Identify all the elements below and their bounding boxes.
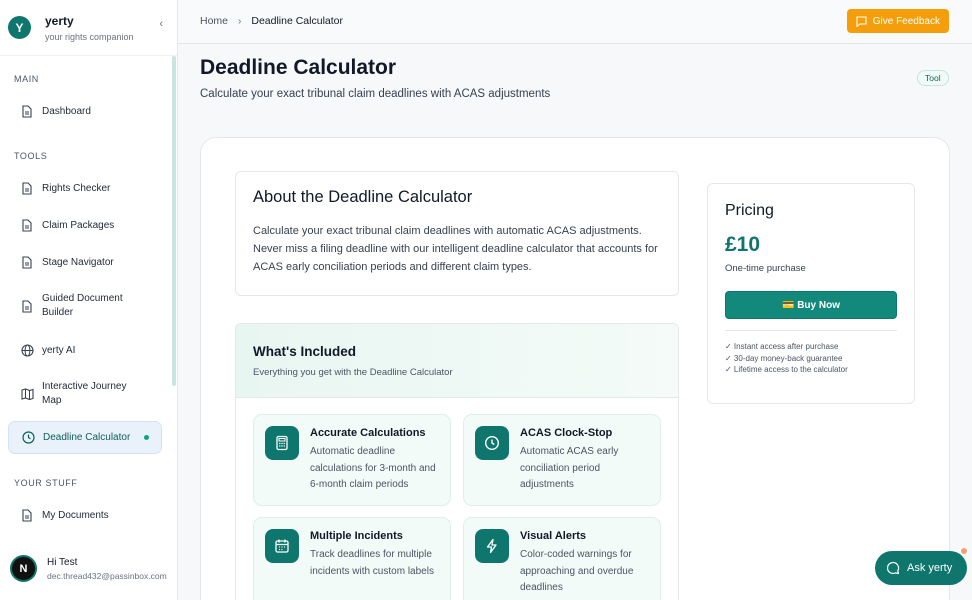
sidebar-item-interactive-journey-map[interactable]: Interactive Journey Map	[8, 378, 162, 410]
price-note: One-time purchase	[725, 263, 806, 274]
sidebar-item-stage-navigator[interactable]: Stage Navigator	[8, 250, 162, 274]
sidebar-item-claim-packages[interactable]: Claim Packages	[8, 213, 162, 237]
sidebar-item-deadline-calculator[interactable]: Deadline Calculator	[8, 421, 162, 454]
whats-included-subtitle: Everything you get with the Deadline Cal…	[253, 367, 453, 378]
feature-title: Visual Alerts	[520, 530, 587, 542]
document-icon	[20, 104, 34, 118]
sidebar-item-label: Rights Checker	[42, 182, 111, 194]
feature-card: Multiple Incidents Track deadlines for m…	[253, 517, 451, 600]
whats-included-title: What's Included	[253, 344, 356, 359]
tool-badge: Tool	[917, 70, 949, 86]
sidebar-item-my-documents[interactable]: My Documents	[8, 503, 162, 527]
pricing-card: Pricing £10 One-time purchase 💳 Buy Now …	[707, 183, 915, 404]
about-body: Calculate your exact tribunal claim dead…	[253, 225, 658, 273]
notification-dot	[960, 547, 968, 555]
calculator-icon	[265, 426, 299, 460]
avatar[interactable]: N	[10, 555, 37, 582]
document-icon	[20, 299, 34, 313]
section-label-your-stuff: YOUR STUFF	[14, 478, 78, 488]
sidebar-item-label: yerty AI	[42, 344, 76, 356]
user-name: Hi Test	[47, 556, 78, 568]
sidebar-item-guided-document-builder[interactable]: Guided Document Builder	[8, 290, 162, 322]
give-feedback-label: Give Feedback	[872, 15, 940, 27]
chevron-left-icon[interactable]: ‹	[159, 18, 163, 30]
sidebar-item-label: Guided Document Builder	[42, 293, 123, 318]
globe-icon	[20, 343, 34, 357]
sidebar-item-label: Dashboard	[42, 105, 91, 117]
page-title: Deadline Calculator	[200, 56, 397, 79]
top-bar: Home › Deadline Calculator Give Feedback	[178, 0, 972, 44]
perk-item: ✓ 30-day money-back guarantee	[725, 353, 843, 363]
sidebar-item-label: Deadline Calculator	[43, 432, 131, 443]
perk-item: ✓ Instant access after purchase	[725, 342, 839, 351]
feature-card: ACAS Clock-Stop Automatic ACAS early con…	[463, 414, 661, 506]
document-icon	[20, 255, 34, 269]
feature-description: Automatic ACAS early conciliation period…	[520, 446, 619, 490]
price: £10	[725, 233, 761, 256]
brand-name: yerty	[45, 13, 74, 28]
sidebar-item-dashboard[interactable]: Dashboard	[8, 99, 162, 123]
feature-title: Multiple Incidents	[310, 530, 403, 542]
brand-logo[interactable]: Y	[8, 16, 31, 39]
map-icon	[20, 387, 34, 401]
feature-description: Color-coded warnings for approaching and…	[520, 549, 634, 593]
sidebar-item-yerty-ai[interactable]: yerty AI	[8, 338, 162, 362]
ask-yerty-button[interactable]: Ask yerty	[875, 551, 967, 585]
feature-card: Accurate Calculations Automatic deadline…	[253, 414, 451, 506]
chat-bubble-icon	[886, 561, 900, 575]
breadcrumb-home[interactable]: Home	[200, 15, 228, 27]
breadcrumb: Home › Deadline Calculator	[200, 15, 343, 27]
section-label-tools: TOOLS	[14, 151, 48, 161]
clock-icon	[475, 426, 509, 460]
sidebar-item-label: Interactive Journey Map	[42, 381, 127, 406]
sidebar-item-label: My Documents	[42, 509, 109, 521]
document-icon	[20, 218, 34, 232]
feature-description: Automatic deadline calculations for 3-mo…	[310, 446, 436, 490]
message-icon	[856, 15, 867, 27]
sidebar-item-label: Claim Packages	[42, 219, 115, 231]
ask-yerty-label: Ask yerty	[907, 562, 953, 574]
brand-tagline: your rights companion	[45, 31, 134, 42]
user-profile[interactable]: N Hi Test dec.thread432@passinbox.com	[10, 555, 167, 582]
feature-title: Accurate Calculations	[310, 427, 426, 439]
give-feedback-button[interactable]: Give Feedback	[846, 9, 949, 33]
active-indicator	[144, 435, 149, 440]
sidebar-item-label: Stage Navigator	[42, 256, 114, 268]
lightning-icon	[475, 529, 509, 563]
page-subtitle: Calculate your exact tribunal claim dead…	[200, 88, 551, 100]
document-icon	[20, 181, 34, 195]
feature-card: Visual Alerts Color-coded warnings for a…	[463, 517, 661, 600]
sidebar: Y yerty your rights companion ‹ MAIN Das…	[0, 0, 178, 600]
perk-item: ✓ Lifetime access to the calculator	[725, 365, 848, 374]
feature-title: ACAS Clock-Stop	[520, 427, 613, 439]
clock-icon	[21, 431, 35, 445]
sidebar-scrollbar[interactable]	[172, 56, 176, 386]
pricing-title: Pricing	[725, 202, 774, 219]
breadcrumb-current: Deadline Calculator	[251, 15, 343, 27]
feature-description: Track deadlines for multiple incidents w…	[310, 549, 434, 577]
section-label-main: MAIN	[14, 74, 39, 84]
document-icon	[20, 508, 34, 522]
divider	[725, 330, 897, 331]
brand-header: Y yerty your rights companion ‹	[0, 0, 177, 56]
buy-now-button[interactable]: 💳 Buy Now	[725, 291, 897, 319]
perks-list: ✓ Instant access after purchase ✓ 30-day…	[725, 341, 897, 376]
sidebar-item-rights-checker[interactable]: Rights Checker	[8, 176, 162, 200]
chevron-right-icon: ›	[238, 15, 242, 27]
user-email: dec.thread432@passinbox.com	[47, 570, 167, 581]
about-card: About the Deadline Calculator Calculate …	[235, 171, 679, 296]
calendar-icon	[265, 529, 299, 563]
about-title: About the Deadline Calculator	[253, 188, 473, 206]
